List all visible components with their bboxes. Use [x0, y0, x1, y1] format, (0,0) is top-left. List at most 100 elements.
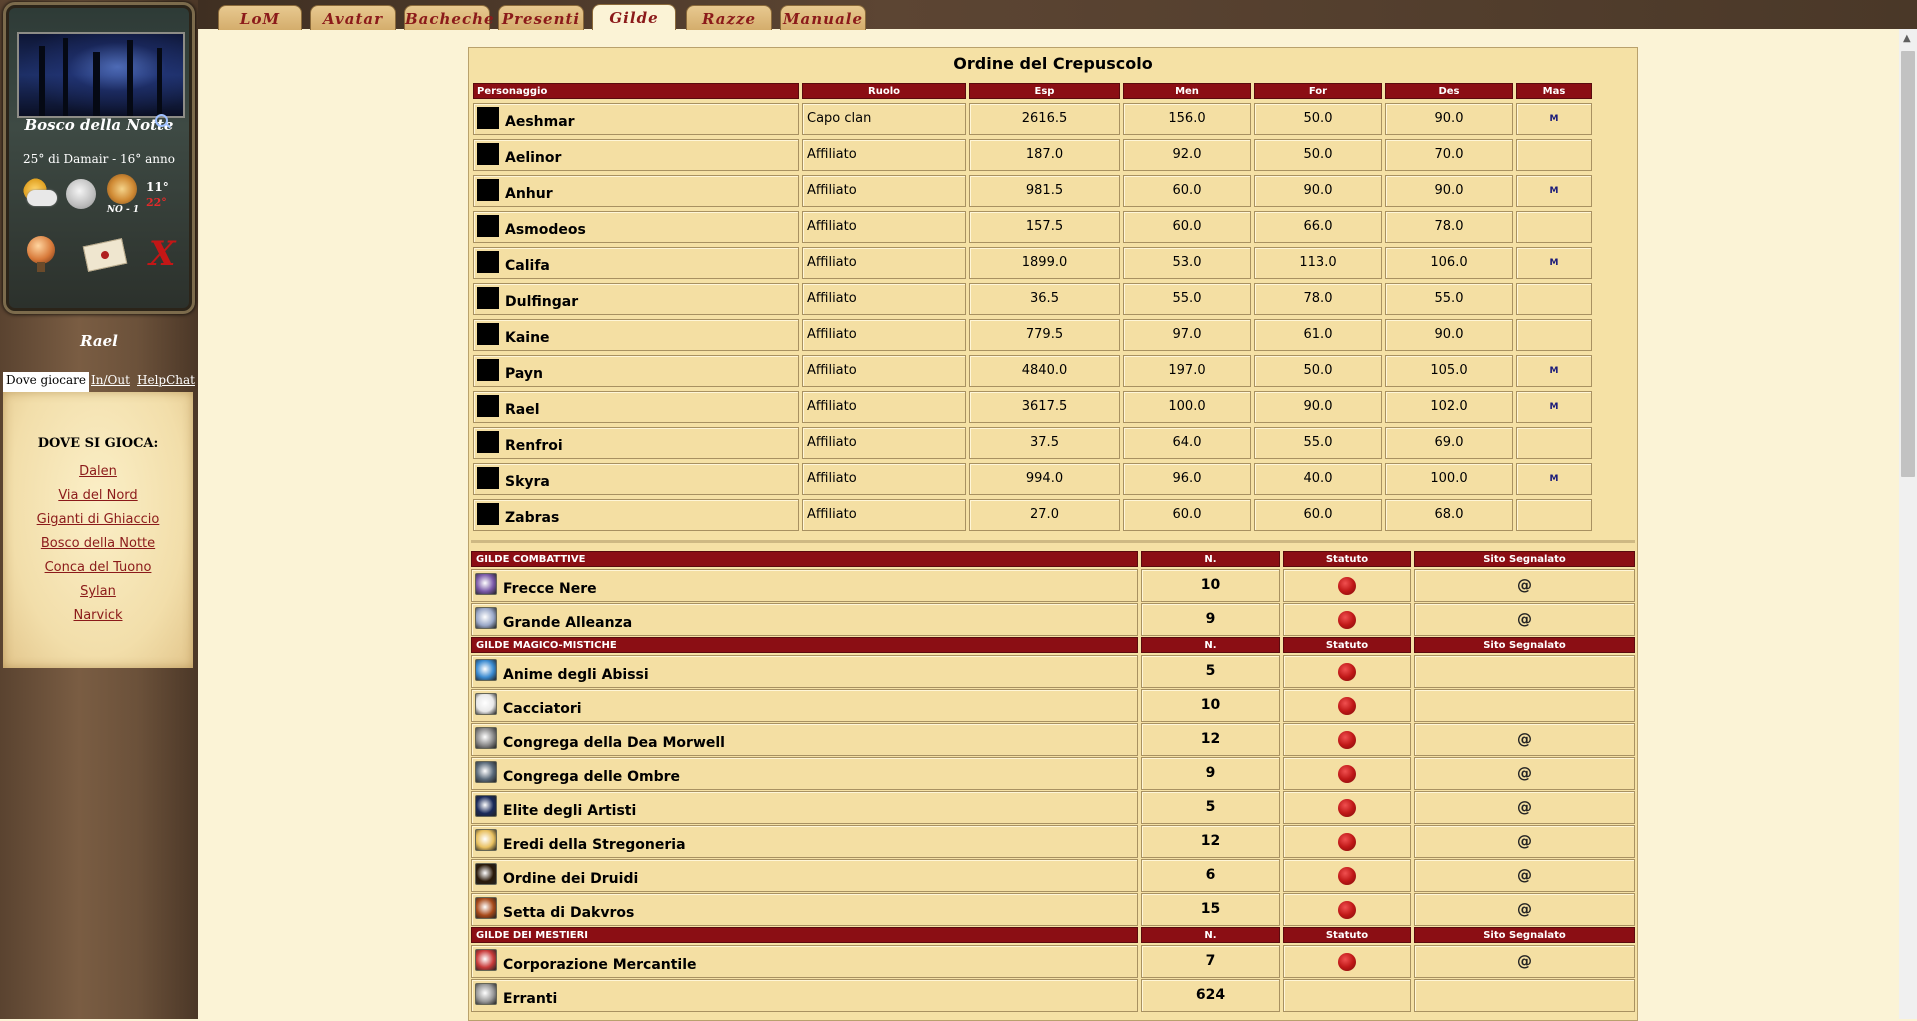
- guild-emblem-icon[interactable]: [475, 897, 497, 919]
- guild-name[interactable]: Erranti: [503, 991, 557, 1007]
- guild-emblem-icon[interactable]: [475, 949, 497, 971]
- member-avatar[interactable]: [477, 359, 499, 381]
- member-avatar[interactable]: [477, 395, 499, 417]
- guild-emblem-icon[interactable]: [475, 795, 497, 817]
- tab-razze[interactable]: Razze: [686, 5, 772, 30]
- member-avatar[interactable]: [477, 251, 499, 273]
- member-name[interactable]: Califa: [505, 258, 550, 274]
- wax-seal-icon[interactable]: [1338, 696, 1356, 715]
- guild-emblem-icon[interactable]: [475, 607, 497, 629]
- wax-seal-icon[interactable]: [1338, 798, 1356, 817]
- member-avatar[interactable]: [477, 143, 499, 165]
- member-for: 61.0: [1254, 319, 1382, 351]
- member-name[interactable]: Zabras: [505, 510, 559, 526]
- logout-icon[interactable]: X: [149, 234, 175, 274]
- tab-bacheche[interactable]: Bacheche: [404, 5, 494, 30]
- guild-site-link[interactable]: @: [1414, 723, 1635, 756]
- member-name[interactable]: Aeshmar: [505, 114, 575, 130]
- globe-icon[interactable]: [27, 236, 55, 272]
- guild-name[interactable]: Ordine dei Druidi: [503, 871, 638, 887]
- tab-in-out[interactable]: In/Out: [91, 372, 130, 387]
- place-link-via-del-nord[interactable]: Via del Nord: [3, 484, 193, 508]
- member-name[interactable]: Rael: [505, 402, 540, 418]
- wax-seal-icon[interactable]: [1338, 576, 1356, 595]
- guild-name[interactable]: Grande Alleanza: [503, 615, 632, 631]
- guild-emblem-icon[interactable]: [475, 761, 497, 783]
- section-header-title: GILDE MAGICO-MISTICHE: [471, 637, 1138, 653]
- member-avatar[interactable]: [477, 503, 499, 525]
- guild-site-link[interactable]: @: [1414, 859, 1635, 892]
- wax-seal-icon[interactable]: [1338, 952, 1356, 971]
- member-name[interactable]: Kaine: [505, 330, 550, 346]
- guild-emblem-icon[interactable]: [475, 829, 497, 851]
- guild-name[interactable]: Congrega della Dea Morwell: [503, 735, 725, 751]
- guild-site-link[interactable]: @: [1414, 791, 1635, 824]
- tab-gilde[interactable]: Gilde: [592, 4, 676, 30]
- guild-name[interactable]: Corporazione Mercantile: [503, 957, 697, 973]
- guild-name[interactable]: Eredi della Stregoneria: [503, 837, 686, 853]
- guild-name[interactable]: Setta di Dakvros: [503, 905, 634, 921]
- member-name[interactable]: Renfroi: [505, 438, 563, 454]
- wax-seal-icon[interactable]: [1338, 610, 1356, 629]
- member-name[interactable]: Aelinor: [505, 150, 561, 166]
- place-link-narvick[interactable]: Narvick: [3, 604, 193, 628]
- member-avatar[interactable]: [477, 431, 499, 453]
- member-avatar[interactable]: [477, 179, 499, 201]
- guild-site-link[interactable]: @: [1414, 569, 1635, 602]
- tab-manuale[interactable]: Manuale: [780, 5, 866, 30]
- wax-seal-icon[interactable]: [1338, 832, 1356, 851]
- member-name[interactable]: Anhur: [505, 186, 553, 202]
- member-name[interactable]: Skyra: [505, 474, 550, 490]
- guild-name[interactable]: Frecce Nere: [503, 581, 597, 597]
- place-link-bosco-della-notte[interactable]: Bosco della Notte: [3, 532, 193, 556]
- tab-helpchat[interactable]: HelpChat: [137, 372, 195, 387]
- place-link-dalen[interactable]: Dalen: [3, 460, 193, 484]
- tab-dove-giocare[interactable]: Dove giocare: [3, 372, 89, 393]
- member-name[interactable]: Payn: [505, 366, 543, 382]
- guild-emblem-icon[interactable]: [475, 573, 497, 595]
- guild-site-link[interactable]: @: [1414, 757, 1635, 790]
- game-date: 25° di Damair - 16° anno: [23, 152, 175, 166]
- place-link-giganti-di-ghiaccio[interactable]: Giganti di Ghiaccio: [3, 508, 193, 532]
- guild-emblem-icon[interactable]: [475, 863, 497, 885]
- tab-presenti[interactable]: Presenti: [498, 5, 584, 30]
- member-name[interactable]: Asmodeos: [505, 222, 586, 238]
- guild-name[interactable]: Congrega delle Ombre: [503, 769, 680, 785]
- member-avatar[interactable]: [477, 323, 499, 345]
- member-name[interactable]: Dulfingar: [505, 294, 578, 310]
- guild-name[interactable]: Elite degli Artisti: [503, 803, 636, 819]
- wax-seal-icon[interactable]: [1338, 730, 1356, 749]
- member-des: 90.0: [1385, 319, 1513, 351]
- guild-emblem-icon[interactable]: [475, 983, 497, 1005]
- wax-seal-icon[interactable]: [1338, 764, 1356, 783]
- scroll-thumb[interactable]: [1901, 51, 1915, 477]
- member-avatar[interactable]: [477, 215, 499, 237]
- guild-site-link[interactable]: @: [1414, 893, 1635, 926]
- guild-name[interactable]: Anime degli Abissi: [503, 667, 649, 683]
- guild-site-link: [1414, 689, 1635, 722]
- place-link-sylan[interactable]: Sylan: [3, 580, 193, 604]
- member-for: 90.0: [1254, 391, 1382, 423]
- search-icon[interactable]: [155, 114, 168, 127]
- place-link-conca-del-tuono[interactable]: Conca del Tuono: [3, 556, 193, 580]
- scrollbar[interactable]: ▲: [1899, 29, 1917, 1019]
- member-avatar[interactable]: [477, 287, 499, 309]
- member-avatar[interactable]: [477, 467, 499, 489]
- guild-name[interactable]: Cacciatori: [503, 701, 582, 717]
- guild-emblem-icon[interactable]: [475, 659, 497, 681]
- member-des: 90.0: [1385, 103, 1513, 135]
- wax-seal-icon[interactable]: [1338, 662, 1356, 681]
- guild-emblem-icon[interactable]: [475, 693, 497, 715]
- guild-site-link[interactable]: @: [1414, 945, 1635, 978]
- mail-icon[interactable]: [82, 238, 128, 272]
- tab-avatar[interactable]: Avatar: [310, 5, 396, 30]
- member-esp: 37.5: [969, 427, 1120, 459]
- scroll-up-arrow[interactable]: ▲: [1903, 33, 1911, 44]
- wax-seal-icon[interactable]: [1338, 900, 1356, 919]
- guild-site-link[interactable]: @: [1414, 825, 1635, 858]
- guild-site-link[interactable]: @: [1414, 603, 1635, 636]
- guild-emblem-icon[interactable]: [475, 727, 497, 749]
- member-avatar[interactable]: [477, 107, 499, 129]
- tab-lom[interactable]: LoM: [218, 5, 302, 30]
- wax-seal-icon[interactable]: [1338, 866, 1356, 885]
